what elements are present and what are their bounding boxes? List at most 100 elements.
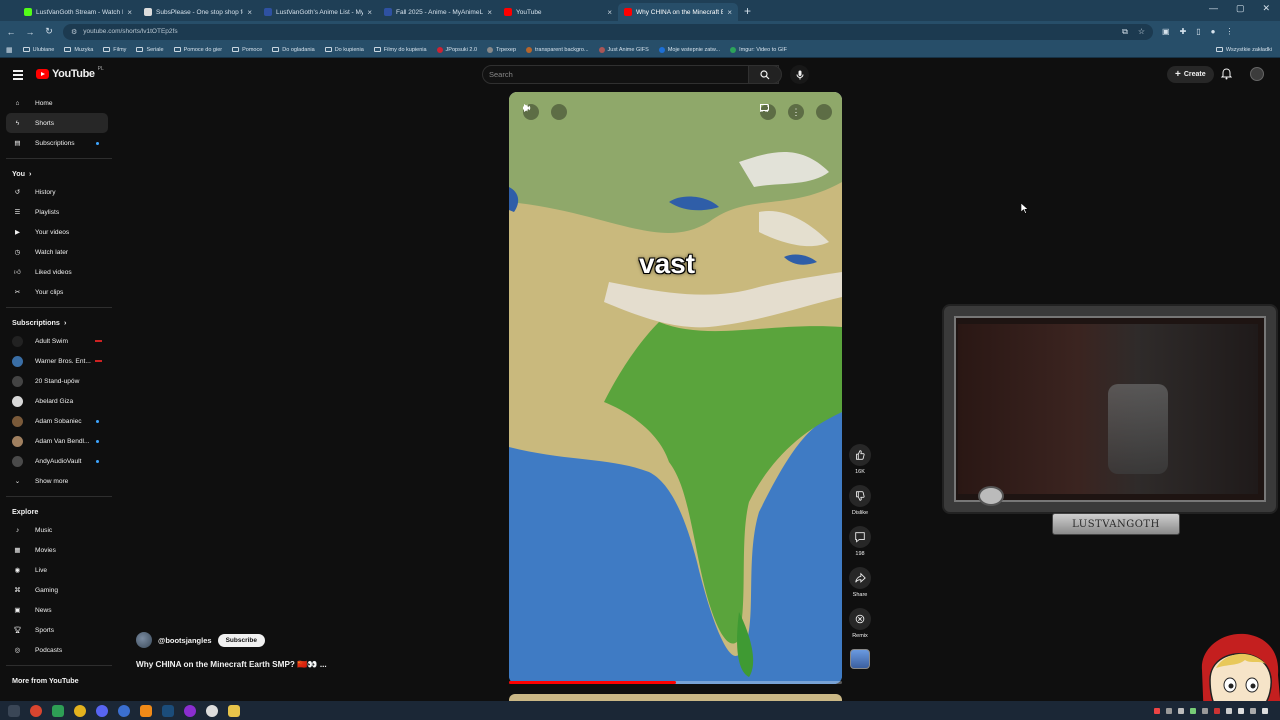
sidebar-item-watch-later[interactable]: ◷ Watch later xyxy=(0,242,116,262)
dislike-icon-wrapper[interactable] xyxy=(849,485,871,507)
sidebar-item-gaming[interactable]: ⌘ Gaming xyxy=(0,580,116,600)
extension-icon[interactable]: ▣ xyxy=(1162,27,1170,36)
omnibox[interactable]: ⚙ youtube.com/shorts/lv1tOTEp2fs ⧉ ☆ xyxy=(63,23,1153,40)
site-info-icon[interactable]: ⚙ xyxy=(71,28,77,36)
remix-icon-wrapper[interactable] xyxy=(849,608,871,630)
sidebar-item-live[interactable]: ◉ Live xyxy=(0,560,116,580)
sidebar-item-home[interactable]: ⌂ Home xyxy=(0,93,116,113)
bookmark-just-anime-gifs[interactable]: Just Anime GIFS xyxy=(598,46,649,53)
sidebar-item-liked-videos[interactable]: 👍︎ Liked videos xyxy=(0,262,116,282)
app-icon-purple[interactable] xyxy=(184,704,196,717)
app-icon-green[interactable] xyxy=(52,704,64,717)
close-window-icon[interactable]: ✕ xyxy=(1262,3,1270,14)
bookmark-imgur-video-to-gif[interactable]: Imgur: Video to GIF xyxy=(730,46,787,53)
browser-tab[interactable]: Fall 2025 - Anime - MyAnimeLi × xyxy=(378,3,498,21)
app-icon-blue[interactable] xyxy=(118,704,130,717)
sidebar-item-music[interactable]: ♪ Music xyxy=(0,520,116,540)
new-tab-button[interactable]: + xyxy=(744,4,751,18)
dislike-button[interactable]: Dislike xyxy=(846,485,874,516)
tab-close-icon[interactable]: × xyxy=(127,8,132,17)
menu-hamburger-icon[interactable] xyxy=(13,70,23,82)
subscription-adam-sobaniec[interactable]: Adam Sobaniec xyxy=(0,411,116,431)
fullscreen-button[interactable] xyxy=(760,104,832,120)
bookmark-seriale[interactable]: Seriale xyxy=(136,47,164,53)
sidebar-item-shorts[interactable]: ϟ Shorts xyxy=(6,113,108,133)
bookmark-trpexep[interactable]: Trpexep xyxy=(487,46,516,53)
bookmark-do-ogladania[interactable]: Do ogladania xyxy=(272,47,315,53)
sidepanel-icon[interactable]: ▯ xyxy=(1196,27,1200,36)
discord-app-icon[interactable] xyxy=(96,704,108,717)
bookmark-pomoce[interactable]: Pomoce xyxy=(232,47,262,53)
browser-tab[interactable]: YouTube × xyxy=(498,3,618,21)
file-explorer-icon[interactable] xyxy=(228,704,240,717)
app-icon-yellow[interactable] xyxy=(74,704,86,717)
bookmark-jpopsuki-2-0[interactable]: JPopsuki 2.0 xyxy=(436,46,477,53)
forward-icon[interactable]: → xyxy=(25,27,35,37)
like-icon-wrapper[interactable] xyxy=(849,444,871,466)
subscription-abelard-giza[interactable]: Abelard Giza xyxy=(0,391,116,411)
short-title[interactable]: Why CHINA on the Minecraft Earth SMP? 🇨🇳… xyxy=(136,660,327,670)
search-input[interactable]: Search xyxy=(482,65,779,84)
more-options-button[interactable]: ⋮ xyxy=(788,104,804,120)
profile-icon[interactable]: ● xyxy=(1211,27,1216,36)
sidebar-item-sports[interactable]: 🏆︎ Sports xyxy=(0,620,116,640)
subscription-20-stand-up-w[interactable]: 20 Stand-upów xyxy=(0,371,116,391)
maximize-icon[interactable]: ▢ xyxy=(1236,3,1245,14)
obs-app-icon[interactable] xyxy=(206,704,218,717)
sidebar-item-subscriptions[interactable]: ▤ Subscriptions xyxy=(0,133,116,153)
sidebar-item-history[interactable]: ↺ History xyxy=(0,182,116,202)
comment-icon-wrapper[interactable] xyxy=(849,526,871,548)
shorts-video-player[interactable]: ⋮ vast xyxy=(509,92,842,684)
sidebar-item-your-clips[interactable]: ✂ Your clips xyxy=(0,282,116,302)
search-button[interactable] xyxy=(748,65,782,84)
subscription-adam-van-bendl[interactable]: Adam Van Bendl... xyxy=(0,431,116,451)
remix-button[interactable]: Remix xyxy=(846,608,874,639)
minimize-icon[interactable]: — xyxy=(1209,3,1218,14)
all-bookmarks[interactable]: Wszystkie zakładki xyxy=(1215,47,1272,53)
sidebar-item-playlists[interactable]: ☰ Playlists xyxy=(0,202,116,222)
sidebar-item-news[interactable]: ▣ News xyxy=(0,600,116,620)
install-app-icon[interactable]: ⧉ xyxy=(1122,27,1128,37)
video-progress-bar[interactable] xyxy=(509,681,842,684)
channel-avatar[interactable] xyxy=(136,632,152,648)
subscription-warner-bros-ent[interactable]: Warner Bros. Ent... xyxy=(0,351,116,371)
create-button[interactable]: + Create xyxy=(1167,66,1214,83)
extensions-puzzle-icon[interactable]: ✚ xyxy=(1180,27,1187,36)
apps-grid-icon[interactable]: ▦ xyxy=(6,46,13,54)
back-icon[interactable]: ← xyxy=(6,27,16,37)
bookmark-filmy[interactable]: Filmy xyxy=(103,47,126,53)
audio-source-thumbnail[interactable] xyxy=(850,649,870,669)
share-button[interactable]: Share xyxy=(846,567,874,598)
bookmark-ulubiane[interactable]: Ulubiane xyxy=(22,47,54,53)
channel-name[interactable]: @bootsjangles xyxy=(158,636,212,645)
sidebar-item-movies[interactable]: ▦ Movies xyxy=(0,540,116,560)
menu-dots-icon[interactable]: ⋮ xyxy=(1226,27,1234,36)
subscriptions-section-header[interactable]: Subscriptions › xyxy=(0,313,116,331)
vlc-app-icon[interactable] xyxy=(140,704,152,717)
reload-icon[interactable]: ↻ xyxy=(44,26,54,37)
subscription-adult-swim[interactable]: Adult Swim xyxy=(0,331,116,351)
show-more-button[interactable]: ⌄ Show more xyxy=(0,471,116,491)
bookmark-transparent-backgro[interactable]: transparent backgro... xyxy=(526,46,589,53)
browser-tab[interactable]: Why CHINA on the Minecraft E × xyxy=(618,3,738,21)
browser-app-icon[interactable] xyxy=(30,704,42,717)
account-avatar[interactable] xyxy=(1250,67,1264,81)
volume-button[interactable] xyxy=(523,104,567,120)
subscription-andyaudiovault[interactable]: AndyAudioVault xyxy=(0,451,116,471)
start-menu-icon[interactable] xyxy=(8,704,20,717)
voice-search-button[interactable] xyxy=(790,65,809,84)
subscribe-button[interactable]: Subscribe xyxy=(217,633,266,647)
tab-close-icon[interactable]: × xyxy=(247,8,252,17)
bookmark-filmy-do-kupienia[interactable]: Filmy do kupienia xyxy=(373,47,427,53)
tab-close-icon[interactable]: × xyxy=(607,8,612,17)
comment-button[interactable]: 198 xyxy=(846,526,874,557)
bookmark-moje-wstepnie-zatw[interactable]: Moje wstepnie zatw... xyxy=(658,46,720,53)
tab-close-icon[interactable]: × xyxy=(367,8,372,17)
steam-app-icon[interactable] xyxy=(162,704,174,717)
url-text[interactable]: youtube.com/shorts/lv1tOTEp2fs xyxy=(83,28,1116,35)
like-button[interactable]: 16K xyxy=(846,444,874,475)
bookmark-pomoce-do-gier[interactable]: Pomoce do gier xyxy=(173,47,222,53)
share-icon-wrapper[interactable] xyxy=(849,567,871,589)
bookmark-star-icon[interactable]: ☆ xyxy=(1138,27,1145,37)
bookmark-do-kupienia[interactable]: Do kupienia xyxy=(324,47,364,53)
